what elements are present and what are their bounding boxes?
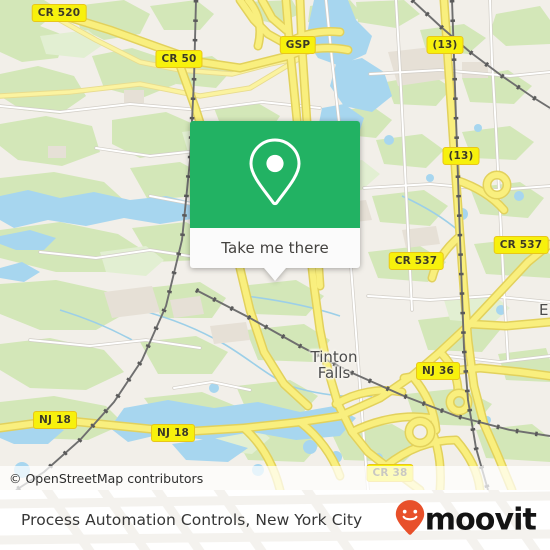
take-me-there-label: Take me there — [221, 239, 329, 257]
popup-pointer-tail — [264, 268, 286, 281]
map-pin-icon — [247, 137, 303, 212]
road-shield: (13) — [442, 147, 480, 165]
road-shield: GSP — [279, 36, 317, 54]
popup-header — [190, 121, 360, 228]
moovit-logo[interactable]: moovit — [395, 500, 537, 541]
road-shield: CR 50 — [155, 50, 203, 68]
map-share-page: CR 520 CR 50 GSP (13) (13) CR 537 CR 537 NJ 36 N… — [0, 0, 550, 550]
osm-attribution-text[interactable]: © OpenStreetMap contributors — [0, 471, 203, 486]
moovit-smiley-pin-icon — [395, 500, 425, 541]
attribution-bar: © OpenStreetMap contributors — [0, 466, 550, 490]
page-title: Process Automation Controls, New York Ci… — [21, 511, 363, 529]
road-shield: (13) — [426, 36, 464, 54]
popup-footer[interactable]: Take me there — [190, 228, 360, 268]
road-shield: NJ 36 — [416, 362, 460, 380]
road-shield: NJ 18 — [33, 411, 77, 429]
road-shield: CR 537 — [388, 252, 444, 270]
road-shield: CR 537 — [493, 236, 549, 254]
road-shield: CR 520 — [31, 4, 87, 22]
page-footer: Process Automation Controls, New York Ci… — [0, 490, 550, 550]
moovit-wordmark: moovit — [424, 502, 537, 538]
map-viewport[interactable]: CR 520 CR 50 GSP (13) (13) CR 537 CR 537 NJ 36 N… — [0, 0, 550, 490]
location-popup-card[interactable]: Take me there — [190, 121, 360, 281]
road-shield: NJ 18 — [151, 424, 195, 442]
